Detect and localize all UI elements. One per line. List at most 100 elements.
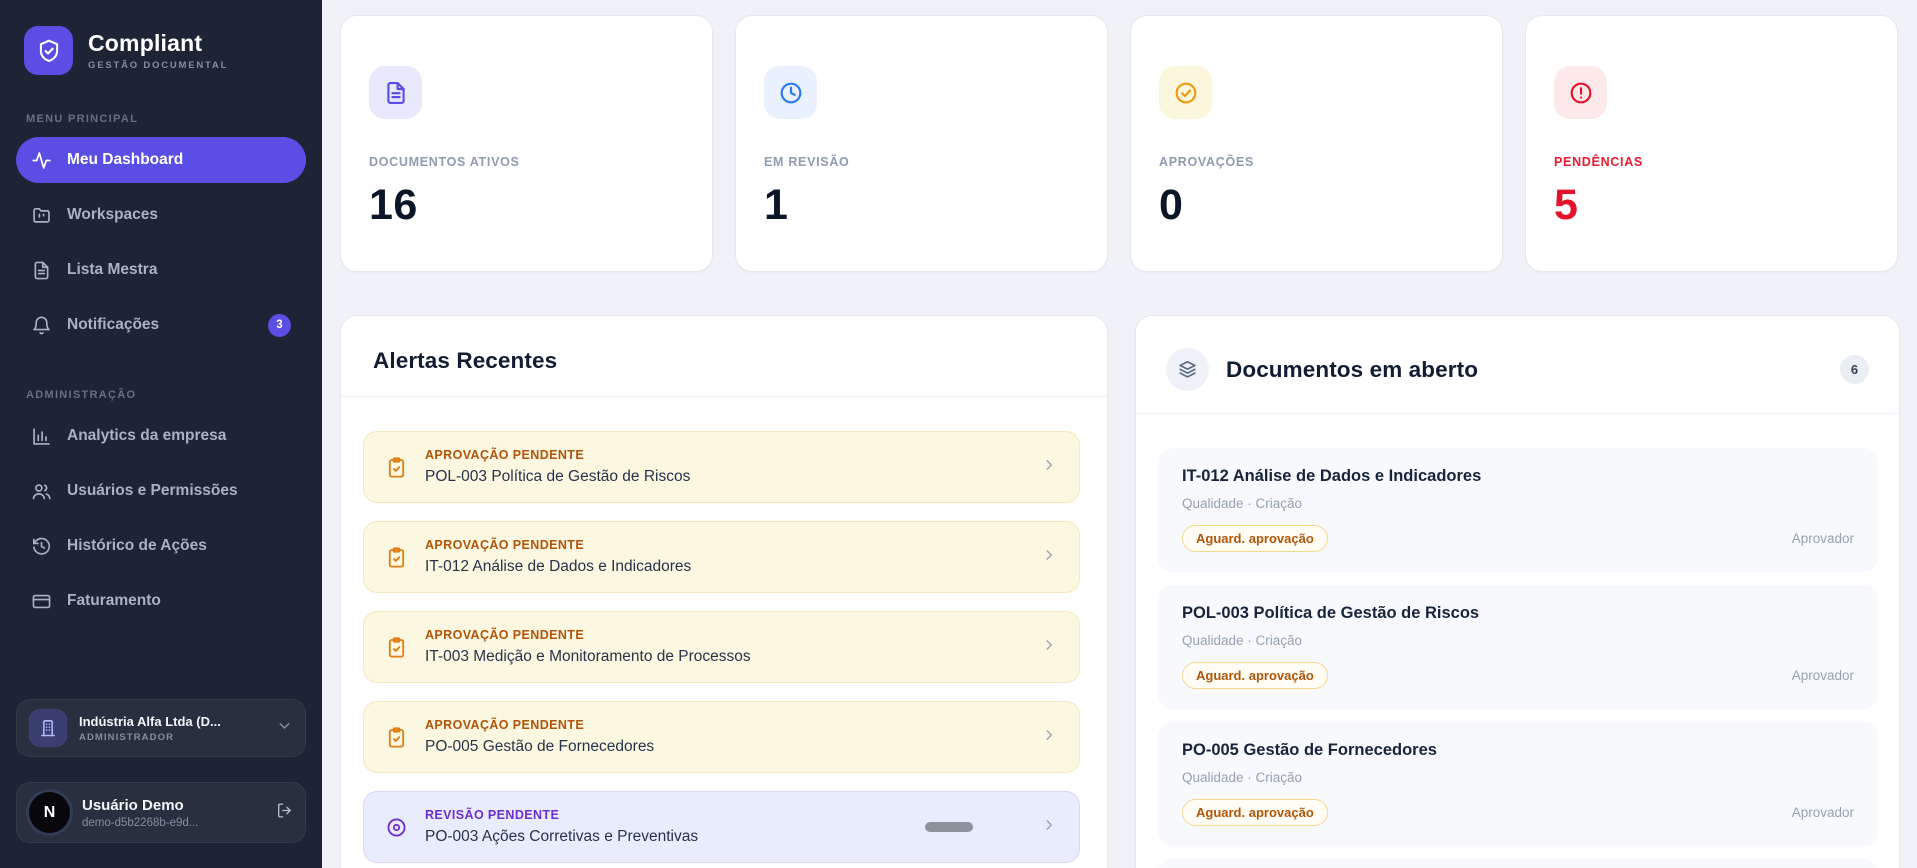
alert-item[interactable]: APROVAÇÃO PENDENTE PO-005 Gestão de Forn… xyxy=(363,701,1080,773)
alert-type: APROVAÇÃO PENDENTE xyxy=(425,538,585,552)
stat-value: 5 xyxy=(1554,181,1579,229)
alert-doc: IT-003 Medição e Monitoramento de Proces… xyxy=(425,648,751,665)
sidebar-item-label: Lista Mestra xyxy=(67,261,158,278)
document-title: IT-012 Análise de Dados e Indicadores xyxy=(1182,467,1482,485)
alert-item[interactable]: APROVAÇÃO PENDENTE POL-003 Política de G… xyxy=(363,431,1080,503)
sidebar-item-label: Notificações xyxy=(67,316,160,333)
bell-icon xyxy=(33,316,50,334)
bar-chart-icon xyxy=(33,427,50,445)
sidebar-item-label: Faturamento xyxy=(67,592,161,609)
status-badge: Aguard. aprovação xyxy=(1182,662,1328,689)
section-label-menu-principal: MENU PRINCIPAL xyxy=(26,113,139,125)
alert-type: APROVAÇÃO PENDENTE xyxy=(425,448,585,462)
stat-card-aprovacoes[interactable]: APROVAÇÕES 0 xyxy=(1130,15,1503,272)
user-card[interactable]: N Usuário Demo demo-d5b2268b-e9d... xyxy=(16,782,306,843)
section-label-administracao: ADMINISTRAÇÃO xyxy=(26,389,137,401)
sidebar-item-label: Analytics da empresa xyxy=(67,427,227,444)
document-item[interactable]: POL-003 Política de Gestão de Riscos Qua… xyxy=(1158,585,1878,709)
alert-doc: IT-012 Análise de Dados e Indicadores xyxy=(425,558,692,575)
alert-type: APROVAÇÃO PENDENTE xyxy=(425,718,585,732)
stat-card-documentos-ativos[interactable]: DOCUMENTOS ATIVOS 16 xyxy=(340,15,713,272)
alert-item[interactable]: APROVAÇÃO PENDENTE IT-003 Medição e Moni… xyxy=(363,611,1080,683)
alerts-panel: Alertas Recentes APROVAÇÃO PENDENTE POL-… xyxy=(340,315,1108,868)
brand-name: Compliant xyxy=(88,30,203,56)
app-root: Compliant GESTÃO DOCUMENTAL MENU PRINCIP… xyxy=(0,0,1917,868)
document-title: POL-003 Política de Gestão de Riscos xyxy=(1182,604,1480,622)
users-icon xyxy=(32,483,51,499)
check-circle-icon xyxy=(1175,82,1196,103)
document-item[interactable]: PO-005 Gestão de Fornecedores Qualidade … xyxy=(1158,722,1878,846)
company-name: Indústria Alfa Ltda (D... xyxy=(79,713,221,729)
sidebar-item-label: Usuários e Permissões xyxy=(67,482,238,499)
stat-label: EM REVISÃO xyxy=(764,155,850,169)
sidebar: Compliant GESTÃO DOCUMENTAL MENU PRINCIP… xyxy=(0,0,322,868)
history-icon xyxy=(32,537,51,555)
clipboard-check-icon xyxy=(388,456,405,478)
alert-doc: POL-003 Política de Gestão de Riscos xyxy=(425,468,691,485)
stat-value: 0 xyxy=(1159,181,1184,229)
stat-label: APROVAÇÕES xyxy=(1159,155,1254,169)
file-icon xyxy=(34,261,49,279)
alert-item[interactable]: REVISÃO PENDENTE PO-003 Ações Corretivas… xyxy=(363,791,1080,863)
sidebar-item-workspaces[interactable]: Workspaces xyxy=(16,192,306,238)
sidebar-item-usuarios[interactable]: Usuários e Permissões xyxy=(16,468,306,514)
document-title: PO-005 Gestão de Fornecedores xyxy=(1182,741,1437,759)
status-badge: Aguard. aprovação xyxy=(1182,525,1328,552)
document-item[interactable]: IT-012 Análise de Dados e Indicadores Qu… xyxy=(1158,448,1878,572)
sidebar-item-meu-dashboard[interactable]: Meu Dashboard xyxy=(16,137,306,183)
stat-label: DOCUMENTOS ATIVOS xyxy=(369,155,520,169)
status-badge: Aguard. aprovação xyxy=(1182,799,1328,826)
chevron-right-icon xyxy=(1046,729,1052,740)
clock-icon xyxy=(780,82,801,103)
alerts-title: Alertas Recentes xyxy=(373,348,558,373)
document-item[interactable]: PO-003 Ações Corretivas e Preventivas Qu… xyxy=(1158,859,1878,868)
alert-item[interactable]: APROVAÇÃO PENDENTE IT-012 Análise de Dad… xyxy=(363,521,1080,593)
main-content: DOCUMENTOS ATIVOS 16 EM REVISÃO 1 APROVA… xyxy=(322,0,1917,868)
sidebar-item-notificacoes[interactable]: Notificações 3 xyxy=(16,302,306,348)
user-id: demo-d5b2268b-e9d... xyxy=(82,816,199,829)
clipboard-check-icon xyxy=(388,546,405,568)
stat-card-pendencias[interactable]: PENDÊNCIAS 5 xyxy=(1525,15,1898,272)
stat-label: PENDÊNCIAS xyxy=(1554,155,1643,169)
clipboard-check-icon xyxy=(388,726,405,748)
alert-doc: PO-003 Ações Corretivas e Preventivas xyxy=(425,828,699,845)
folder-icon xyxy=(33,207,50,223)
documents-count-badge: 6 xyxy=(1840,355,1869,384)
chevron-right-icon xyxy=(1046,639,1052,650)
sidebar-item-label: Meu Dashboard xyxy=(67,151,184,168)
stat-card-em-revisao[interactable]: EM REVISÃO 1 xyxy=(735,15,1108,272)
documents-list: IT-012 Análise de Dados e Indicadores Qu… xyxy=(1136,414,1899,868)
document-role: Aprovador xyxy=(1791,805,1854,820)
chevron-down-icon xyxy=(279,723,290,729)
open-documents-panel: Documentos em aberto 6 IT-012 Análise de… xyxy=(1135,315,1900,868)
document-meta: Qualidade · Criação xyxy=(1182,496,1303,511)
sidebar-item-historico[interactable]: Histórico de Ações xyxy=(16,523,306,569)
logout-icon xyxy=(278,802,291,818)
sidebar-item-label: Workspaces xyxy=(67,206,159,223)
document-role: Aprovador xyxy=(1791,668,1854,683)
alert-type: APROVAÇÃO PENDENTE xyxy=(425,628,585,642)
document-icon xyxy=(386,81,405,104)
alerts-list: APROVAÇÃO PENDENTE POL-003 Política de G… xyxy=(341,397,1107,863)
sidebar-item-faturamento[interactable]: Faturamento xyxy=(16,578,306,624)
logout-button[interactable] xyxy=(276,802,293,824)
shield-check-icon xyxy=(24,26,73,75)
chevron-right-icon xyxy=(1046,459,1052,470)
company-selector[interactable]: Indústria Alfa Ltda (D... ADMINISTRADOR xyxy=(16,699,306,757)
sidebar-item-lista-mestra[interactable]: Lista Mestra xyxy=(16,247,306,293)
document-meta: Qualidade · Criação xyxy=(1182,633,1303,648)
chevron-right-icon xyxy=(1046,549,1052,560)
building-icon xyxy=(40,720,56,737)
stat-value: 16 xyxy=(369,181,418,229)
chevron-right-icon xyxy=(1046,819,1052,830)
activity-icon xyxy=(32,151,51,169)
document-meta: Qualidade · Criação xyxy=(1182,770,1303,785)
clipboard-check-icon xyxy=(388,636,405,658)
sidebar-item-analytics[interactable]: Analytics da empresa xyxy=(16,413,306,459)
alert-doc: PO-005 Gestão de Fornecedores xyxy=(425,738,655,755)
scrollbar-thumb[interactable] xyxy=(925,822,973,832)
document-role: Aprovador xyxy=(1791,531,1854,546)
layers-icon xyxy=(1179,360,1196,378)
disc-icon xyxy=(387,818,406,836)
credit-card-icon xyxy=(32,594,51,608)
